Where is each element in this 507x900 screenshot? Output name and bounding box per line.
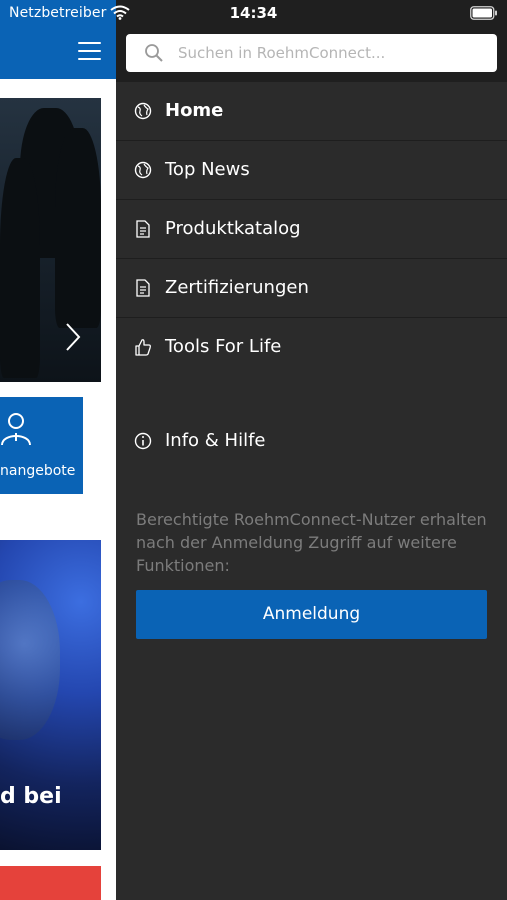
menu-label: Home xyxy=(165,100,224,121)
tile-label: nangebote xyxy=(0,463,76,479)
search-input[interactable] xyxy=(178,34,488,72)
menu-item-info-hilfe[interactable]: Info & Hilfe xyxy=(116,412,507,470)
photo-caption: d bei xyxy=(0,784,62,809)
login-note: Berechtigte RoehmConnect-Nutzer erhalten… xyxy=(136,510,487,575)
menu-label: Zertifizierungen xyxy=(165,277,309,298)
info-icon xyxy=(134,432,152,450)
menu-item-home[interactable]: Home xyxy=(116,82,507,141)
news-photo[interactable]: d bei xyxy=(0,540,101,850)
thumbs-up-icon xyxy=(135,339,151,356)
hamburger-menu-icon[interactable] xyxy=(78,42,101,60)
battery-icon xyxy=(470,6,497,20)
drawer-menu: Home Top News Produktkatalog Zertifizier… xyxy=(116,82,507,376)
document-icon xyxy=(136,279,150,297)
search-box[interactable] xyxy=(126,34,497,72)
clock: 14:34 xyxy=(229,4,278,22)
menu-item-top-news[interactable]: Top News xyxy=(116,141,507,200)
login-button[interactable]: Anmeldung xyxy=(136,590,487,639)
status-bar: Netzbetreiber 14:34 xyxy=(0,0,507,28)
person-icon xyxy=(1,413,31,446)
offers-tile[interactable]: nangebote xyxy=(0,397,83,494)
menu-label: Info & Hilfe xyxy=(165,430,266,451)
search-icon xyxy=(145,44,163,62)
globe-icon xyxy=(134,161,152,179)
menu-item-produktkatalog[interactable]: Produktkatalog xyxy=(116,200,507,259)
menu-item-zertifizierungen[interactable]: Zertifizierungen xyxy=(116,259,507,318)
hero-image[interactable] xyxy=(0,98,101,382)
background-app: nangebote d bei xyxy=(0,0,116,900)
menu-item-tools-for-life[interactable]: Tools For Life xyxy=(116,318,507,376)
globe-icon xyxy=(134,102,152,120)
menu-label: Produktkatalog xyxy=(165,218,301,239)
menu-label: Top News xyxy=(165,159,250,180)
navigation-drawer: Home Top News Produktkatalog xyxy=(116,0,507,900)
red-banner[interactable] xyxy=(0,866,101,900)
chevron-right-icon[interactable] xyxy=(64,322,82,352)
menu-label: Tools For Life xyxy=(165,336,282,357)
document-icon xyxy=(136,220,150,238)
